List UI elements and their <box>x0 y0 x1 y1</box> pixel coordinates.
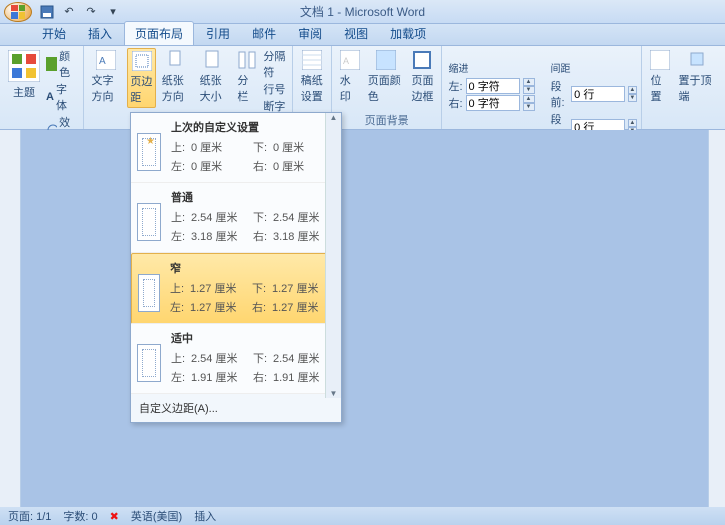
status-mode[interactable]: 插入 <box>194 508 216 524</box>
status-language[interactable]: 英语(美国) <box>131 508 182 524</box>
indent-left-field[interactable]: 左:▲▼ <box>448 78 534 94</box>
redo-icon[interactable]: ↷ <box>82 3 100 21</box>
position-button[interactable]: 位置 <box>648 48 672 106</box>
status-words[interactable]: 字数: 0 <box>63 508 97 524</box>
preset-name: 窄 <box>170 260 334 276</box>
theme-colors[interactable]: 颜色 <box>46 48 77 80</box>
group-arrange: 位置 置于顶端 <box>642 46 725 129</box>
margins-dropdown: ★上次的自定义设置上:0 厘米下:0 厘米左:0 厘米右:0 厘米普通上:2.5… <box>130 112 342 423</box>
spacing-heading: 间距 <box>551 60 637 75</box>
margins-button[interactable]: 页边距 <box>127 48 155 108</box>
svg-text:A: A <box>99 56 106 67</box>
qat-more-icon[interactable]: ▾ <box>104 3 122 21</box>
undo-icon[interactable]: ↶ <box>60 3 78 21</box>
columns-button[interactable]: 分栏 <box>235 48 259 106</box>
tab-addins[interactable]: 加载项 <box>380 22 436 45</box>
margins-preset-1[interactable]: 普通上:2.54 厘米下:2.54 厘米左:3.18 厘米右:3.18 厘米 <box>131 183 341 253</box>
watermark-button[interactable]: A水印 <box>338 48 362 106</box>
spacing-before-field[interactable]: 段前:▲▼ <box>551 78 637 110</box>
tab-review[interactable]: 审阅 <box>288 22 332 45</box>
orientation-button[interactable]: 纸张方向 <box>160 48 194 106</box>
svg-text:A: A <box>343 56 349 66</box>
page-color-button[interactable]: 页面颜色 <box>366 48 406 106</box>
save-icon[interactable] <box>38 3 56 21</box>
preset-thumb-icon <box>138 274 160 312</box>
paper-settings-button[interactable]: 稿纸 设置 <box>299 48 325 106</box>
ribbon-tabs: 开始 插入 页面布局 引用 邮件 审阅 视图 加载项 <box>0 24 725 46</box>
tab-references[interactable]: 引用 <box>196 22 240 45</box>
group-themes: 主题 颜色 A字体 效果 主题 <box>0 46 84 129</box>
page-border-button[interactable]: 页面 边框 <box>409 48 435 106</box>
tab-insert[interactable]: 插入 <box>78 22 122 45</box>
margins-preset-2[interactable]: 窄上:1.27 厘米下:1.27 厘米左:1.27 厘米右:1.27 厘米 <box>131 253 341 324</box>
group-page-background: A水印 页面颜色 页面 边框 页面背景 <box>332 46 443 129</box>
window-title: 文档 1 - Microsoft Word <box>300 3 425 20</box>
preset-thumb-icon <box>137 344 161 382</box>
document-area <box>0 130 725 507</box>
dropdown-scrollbar[interactable] <box>325 113 341 398</box>
quick-access-toolbar: ↶ ↷ ▾ <box>38 3 122 21</box>
bring-front-button[interactable]: 置于顶端 <box>676 48 719 106</box>
breaks-button[interactable]: 分隔符 <box>263 48 285 80</box>
themes-label: 主题 <box>13 84 35 100</box>
themes-button[interactable]: 主题 <box>6 48 42 102</box>
theme-fonts[interactable]: A字体 <box>46 81 77 113</box>
margins-preset-0[interactable]: ★上次的自定义设置上:0 厘米下:0 厘米左:0 厘米右:0 厘米 <box>131 113 341 183</box>
tab-home[interactable]: 开始 <box>32 22 76 45</box>
custom-margins-item[interactable]: 自定义边距(A)... <box>131 394 341 422</box>
tab-mailings[interactable]: 邮件 <box>242 22 286 45</box>
size-button[interactable]: 纸张大小 <box>198 48 232 106</box>
preset-name: 适中 <box>171 330 335 346</box>
status-page[interactable]: 页面: 1/1 <box>8 508 51 524</box>
group-paragraph: 缩进 左:▲▼ 右:▲▼ 间距 段前:▲▼ 段后:▲▼ 段落 <box>442 46 642 129</box>
preset-thumb-icon <box>137 203 161 241</box>
office-button[interactable] <box>4 2 32 22</box>
title-bar: ↶ ↷ ▾ 文档 1 - Microsoft Word <box>0 0 725 24</box>
margins-preset-3[interactable]: 适中上:2.54 厘米下:2.54 厘米左:1.91 厘米右:1.91 厘米 <box>131 324 341 394</box>
tab-view[interactable]: 视图 <box>334 22 378 45</box>
line-numbers-button[interactable]: 行号 <box>263 81 285 97</box>
status-bar: 页面: 1/1 字数: 0 ✖ 英语(美国) 插入 <box>0 507 725 525</box>
text-direction-button[interactable]: A文字方向 <box>90 48 124 106</box>
indent-right-field[interactable]: 右:▲▼ <box>448 95 534 111</box>
preset-name: 普通 <box>171 189 335 205</box>
indent-heading: 缩进 <box>448 60 534 75</box>
tab-page-layout[interactable]: 页面布局 <box>124 21 194 45</box>
ribbon: 主题 颜色 A字体 效果 主题 A文字方向 页边距 纸张方向 纸张大小 分栏 分… <box>0 46 725 130</box>
preset-thumb-icon: ★ <box>137 133 161 171</box>
preset-name: 上次的自定义设置 <box>171 119 335 135</box>
group-page-bg-label: 页面背景 <box>338 111 436 129</box>
